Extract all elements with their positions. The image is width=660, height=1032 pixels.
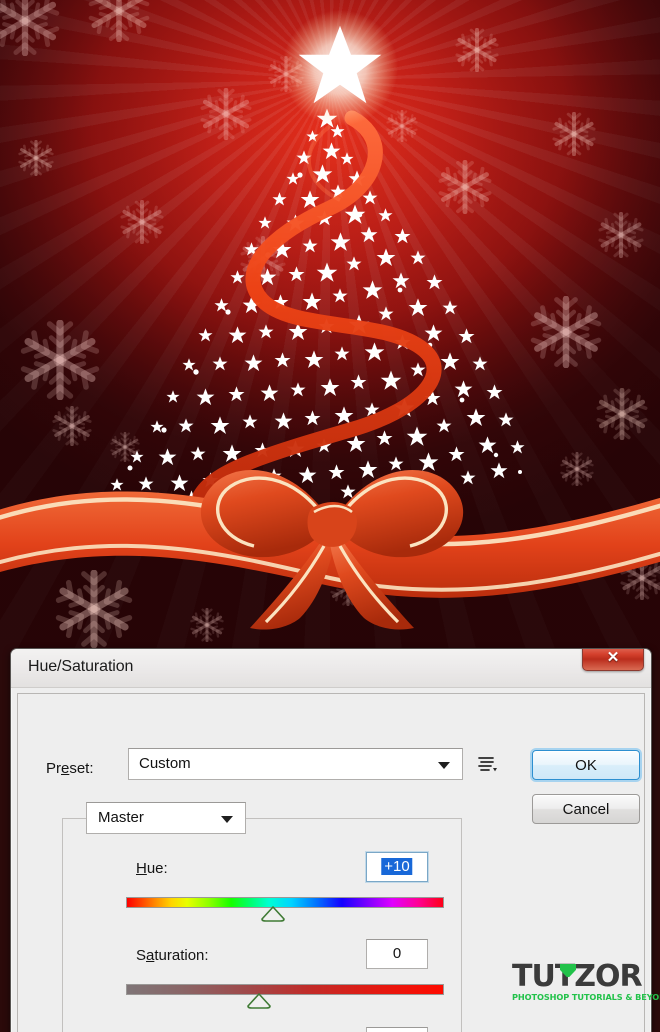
hue-input[interactable]: +10 [366, 852, 428, 882]
dialog-title: Hue/Saturation [28, 658, 134, 675]
tree-top-star [282, 10, 398, 126]
cancel-button[interactable]: Cancel [532, 794, 640, 824]
saturation-label-post: turation: [154, 947, 209, 964]
screenshot-root: Hue/Saturation ✕ Preset: Custom OK Cance… [0, 0, 660, 1032]
christmas-tree-image [0, 0, 660, 660]
preset-selected-value: Custom [139, 755, 191, 772]
group-box-top-left-edge [62, 818, 86, 819]
close-icon: ✕ [606, 648, 620, 666]
preset-label: Preset: [46, 760, 94, 777]
saturation-slider-thumb[interactable] [246, 993, 272, 1009]
preset-label-pre: Pr [46, 760, 61, 777]
hue-label-post: ue: [146, 860, 168, 877]
chevron-down-icon [438, 762, 450, 769]
saturation-slider-track[interactable] [126, 984, 444, 995]
saturation-label: Saturation: [136, 947, 209, 964]
hue-slider-thumb[interactable] [260, 906, 286, 922]
group-box-top-right-edge [246, 818, 462, 819]
lightness-input[interactable]: 0 [366, 1027, 428, 1032]
cancel-button-label: Cancel [562, 800, 610, 818]
spiral-ribbon [192, 110, 442, 504]
preset-label-post: set: [69, 760, 94, 777]
hue-label-accel: H [136, 860, 147, 877]
preset-options-icon[interactable] [476, 754, 498, 774]
saturation-input[interactable]: 0 [366, 939, 428, 969]
ok-button[interactable]: OK [532, 750, 640, 780]
dialog-body: Preset: Custom OK Cancel Master Hue: +10… [17, 693, 645, 1032]
dialog-title-bar: Hue/Saturation ✕ [11, 649, 651, 688]
hue-label: Hue: [136, 860, 168, 877]
close-button[interactable]: ✕ [582, 648, 644, 671]
hue-saturation-dialog: Hue/Saturation ✕ Preset: Custom OK Cance… [10, 648, 652, 1032]
chevron-down-icon [221, 816, 233, 823]
tree-graphic [0, 0, 660, 660]
hue-value: +10 [381, 858, 413, 875]
ok-button-label: OK [575, 756, 597, 774]
saturation-value: 0 [392, 945, 402, 962]
saturation-label-pre: S [136, 947, 147, 964]
ribbon-bow [200, 470, 464, 630]
channel-dropdown[interactable]: Master [86, 802, 246, 834]
preset-dropdown[interactable]: Custom [128, 748, 463, 780]
channel-selected-value: Master [98, 809, 144, 826]
